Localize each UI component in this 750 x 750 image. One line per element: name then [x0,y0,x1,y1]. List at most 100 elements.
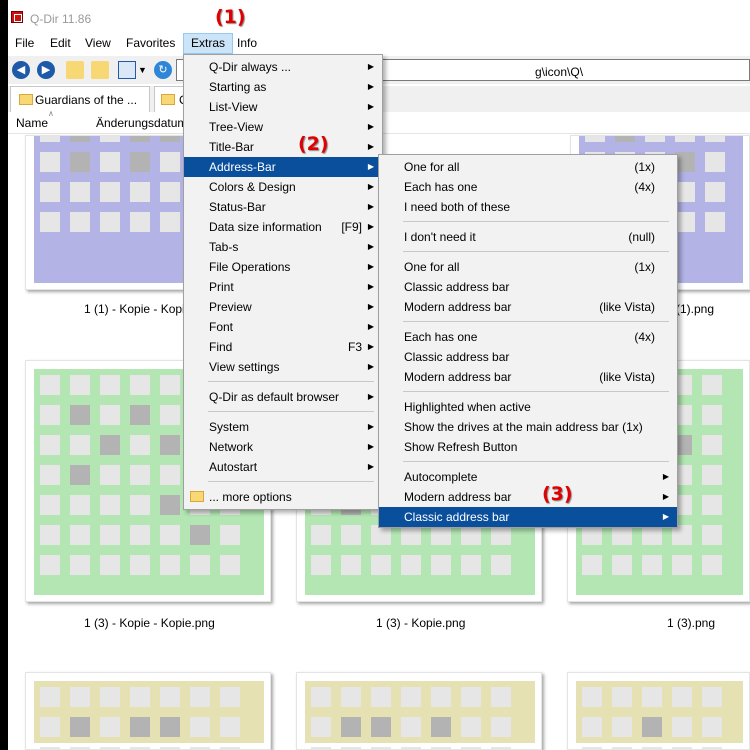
column-name[interactable]: Name [16,116,48,130]
pixel-cell [160,405,180,425]
extras-menu-item-9[interactable]: Tab-s ▶ [184,237,382,257]
extras-menu-item-1[interactable]: Starting as ▶ [184,77,382,97]
submenu-arrow-icon: ▶ [367,422,374,431]
image-preview [34,681,264,749]
extras-menu-item-0[interactable]: Q-Dir always ... ▶ [184,57,382,77]
extras-menu-item-2[interactable]: List-View ▶ [184,97,382,117]
pixel-cell [70,212,90,232]
extras-menu-item-15[interactable]: View settings ▶ [184,357,382,377]
file-name[interactable]: (1).png [676,302,714,316]
file-name[interactable]: 1 (3).png [667,616,715,630]
address-submenu-item-10[interactable]: Each has one (4x) [379,327,677,347]
pixel-cell [100,212,120,232]
menu-extras[interactable]: Extras [183,33,234,54]
file-thumbnail[interactable] [25,672,271,750]
pixel-cell [100,152,120,172]
pixel-cell [311,555,331,575]
folder-icon [161,94,175,105]
extras-menu-item-21[interactable]: Autostart ▶ [184,457,382,477]
extras-menu: Q-Dir always ... ▶ Starting as ▶ List-View ▶ T… [183,54,383,510]
extras-menu-item-10[interactable]: File Operations ▶ [184,257,382,277]
column-date[interactable]: Änderungsdatum [96,116,187,130]
pixel-cell [160,555,180,575]
pixel-cell [130,136,150,142]
address-submenu-item-15[interactable]: Show the drives at the main address bar … [379,417,677,437]
address-submenu-item-18[interactable]: Autocomplete ▶ [379,467,677,487]
refresh-icon[interactable]: ↻ [154,61,172,79]
menu-item-label: Status-Bar [209,200,266,214]
pixel-cell [642,555,662,575]
pixel-cell [612,717,632,737]
address-submenu-item-2[interactable]: I need both of these [379,197,677,217]
pixel-cell [130,687,150,707]
address-submenu-item-20[interactable]: Classic address bar ▶ [379,507,677,527]
pixel-cell [371,525,391,545]
menu-item-label: System [209,420,250,434]
address-submenu-item-19[interactable]: Modern address bar ▶ [379,487,677,507]
pixel-cell [341,525,361,545]
extras-menu-item-3[interactable]: Tree-View ▶ [184,117,382,137]
pixel-cell [190,525,210,545]
menu-separator [403,221,669,222]
menu-file[interactable]: File [8,33,41,54]
address-submenu-item-11[interactable]: Classic address bar [379,347,677,367]
menu-item-label: Starting as [209,80,267,94]
extras-menu-item-14[interactable]: Find F3 ▶ [184,337,382,357]
file-name[interactable]: 1 (1) - Kopie - Kopi [84,302,185,316]
extras-menu-item-17[interactable]: Q-Dir as default browser ▶ [184,387,382,407]
image-preview [576,681,743,749]
extras-menu-item-8[interactable]: Data size information [F9] ▶ [184,217,382,237]
extras-menu-item-23[interactable]: ... more options [184,487,382,507]
pixel-cell [70,136,90,142]
address-submenu-item-14[interactable]: Highlighted when active [379,397,677,417]
back-icon[interactable]: ◀ [12,61,30,79]
file-thumbnail[interactable] [296,672,542,750]
pixel-cell [582,555,602,575]
address-submenu-item-16[interactable]: Show Refresh Button [379,437,677,457]
menu-info[interactable]: Info [230,33,264,54]
address-submenu-item-12[interactable]: Modern address bar (like Vista) [379,367,677,387]
pixel-cell [100,555,120,575]
extras-menu-item-7[interactable]: Status-Bar ▶ [184,197,382,217]
folder-icon [19,94,33,105]
submenu-arrow-icon: ▶ [662,492,669,501]
menu-favorites[interactable]: Favorites [119,33,182,54]
extras-menu-item-6[interactable]: Colors & Design ▶ [184,177,382,197]
pixel-cell [705,212,725,232]
file-name[interactable]: 1 (3) - Kopie - Kopie.png [84,616,215,630]
address-submenu-item-8[interactable]: Modern address bar (like Vista) [379,297,677,317]
pixel-cell [431,717,451,737]
extras-menu-item-4[interactable]: Title-Bar ▶ [184,137,382,157]
new-folder-icon[interactable] [91,61,109,79]
pixel-cell [431,555,451,575]
file-name[interactable]: 1 (3) - Kopie.png [376,616,465,630]
extras-menu-item-5[interactable]: Address-Bar ▶ [184,157,382,177]
extras-menu-item-20[interactable]: Network ▶ [184,437,382,457]
pixel-cell [100,495,120,515]
forward-icon[interactable]: ▶ [37,61,55,79]
pixel-cell [491,525,511,545]
file-thumbnail[interactable] [567,672,750,750]
pixel-cell [675,136,695,142]
menu-item-label: Each has one [404,180,478,194]
address-submenu-item-6[interactable]: One for all (1x) [379,257,677,277]
address-submenu-item-7[interactable]: Classic address bar [379,277,677,297]
address-submenu-item-1[interactable]: Each has one (4x) [379,177,677,197]
view-mode-icon[interactable] [118,61,136,79]
menu-item-label: File Operations [209,260,291,274]
pixel-cell [675,152,695,172]
address-submenu-item-4[interactable]: I don't need it (null) [379,227,677,247]
menu-item-label: Preview [209,300,252,314]
menu-view[interactable]: View [78,33,118,54]
extras-menu-item-19[interactable]: System ▶ [184,417,382,437]
extras-menu-item-12[interactable]: Preview ▶ [184,297,382,317]
window-left-border [0,0,8,750]
up-folder-icon[interactable] [66,61,84,79]
address-submenu-item-0[interactable]: One for all (1x) [379,157,677,177]
extras-menu-item-13[interactable]: Font ▶ [184,317,382,337]
menu-edit[interactable]: Edit [43,33,78,54]
extras-menu-item-11[interactable]: Print ▶ [184,277,382,297]
pixel-cell [40,435,60,455]
tab-guardians[interactable]: Guardians of the ... [10,86,150,112]
pixel-cell [190,687,210,707]
